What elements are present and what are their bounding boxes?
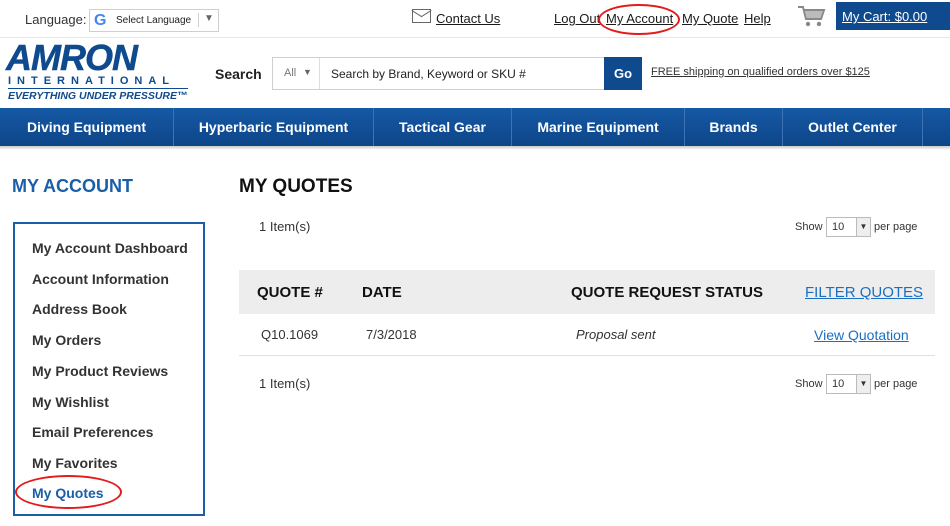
column-header-date: DATE [362, 284, 402, 301]
search-go-button[interactable]: Go [604, 57, 642, 90]
language-select[interactable]: G Select Language ▼ [89, 9, 219, 32]
show-label: Show [795, 378, 823, 390]
per-page-value: 10 [832, 378, 845, 390]
search-category-select[interactable]: All ▼ [273, 58, 320, 89]
google-icon: G [94, 12, 107, 29]
column-header-status: QUOTE REQUEST STATUS [571, 284, 763, 301]
per-page-value: 10 [832, 221, 845, 233]
page-title: MY QUOTES [239, 176, 353, 197]
sidebar-item-account-information[interactable]: Account Information [32, 271, 169, 287]
per-page-control-bottom: Show 10 ▼ per page [795, 374, 925, 394]
language-label: Language: [25, 12, 87, 27]
sidebar-item-email-preferences[interactable]: Email Preferences [32, 424, 153, 440]
per-page-label: per page [874, 378, 918, 390]
sidebar-item-dashboard[interactable]: My Account Dashboard [32, 240, 188, 256]
logo-subtitle: INTERNATIONAL [8, 75, 176, 87]
per-page-control-top: Show 10 ▼ per page [795, 217, 925, 237]
search-label: Search [215, 66, 262, 82]
search-input[interactable] [323, 58, 603, 89]
chevron-down-icon: ▼ [204, 13, 214, 24]
item-count-bottom: 1 Item(s) [259, 376, 311, 391]
nav-shadow [0, 146, 950, 150]
nav-item-hyperbaric-equipment[interactable]: Hyperbaric Equipment [174, 108, 374, 146]
per-page-select[interactable]: 10 ▼ [826, 374, 871, 394]
filter-quotes-link[interactable]: FILTER QUOTES [805, 284, 923, 301]
sidebar-item-wishlist[interactable]: My Wishlist [32, 394, 109, 410]
sidebar-item-favorites[interactable]: My Favorites [32, 455, 118, 471]
sidebar-item-my-quotes[interactable]: My Quotes [32, 485, 104, 501]
per-page-select[interactable]: 10 ▼ [826, 217, 871, 237]
nav-item-diving-equipment[interactable]: Diving Equipment [0, 108, 174, 146]
search-category-value: All [284, 67, 297, 79]
quotes-table-header: QUOTE # DATE QUOTE REQUEST STATUS FILTER… [239, 270, 935, 314]
show-label: Show [795, 221, 823, 233]
language-divider [198, 13, 199, 27]
quote-date: 7/3/2018 [366, 327, 417, 342]
quote-number: Q10.1069 [261, 327, 319, 342]
sidebar-title: MY ACCOUNT [12, 176, 133, 196]
my-cart-button[interactable]: My Cart: $0.00 [836, 2, 950, 30]
chevron-down-icon: ▼ [303, 67, 312, 77]
quote-status: Proposal sent [576, 327, 656, 342]
sidebar-item-my-orders[interactable]: My Orders [32, 332, 101, 348]
table-row: Q10.1069 7/3/2018 Proposal sent View Quo… [239, 314, 935, 356]
nav-item-brands[interactable]: Brands [685, 108, 783, 146]
help-link[interactable]: Help [744, 11, 771, 26]
header: AMRON INTERNATIONAL EVERYTHING UNDER PRE… [0, 37, 950, 108]
nav-item-marine-equipment[interactable]: Marine Equipment [512, 108, 685, 146]
top-bar: Language: G Select Language ▼ Contact Us… [0, 0, 950, 38]
my-quote-link[interactable]: My Quote [682, 11, 738, 26]
logo-tagline: EVERYTHING UNDER PRESSURE™ [8, 90, 188, 102]
account-sidebar: My Account Dashboard Account Information… [13, 222, 205, 516]
my-account-link[interactable]: My Account [606, 11, 673, 26]
language-select-value: Select Language [116, 15, 192, 26]
chevron-down-icon: ▼ [856, 375, 870, 393]
sidebar-item-address-book[interactable]: Address Book [32, 301, 127, 317]
nav-filler [923, 108, 950, 146]
cart-icon[interactable] [797, 4, 827, 28]
logo-rule [8, 88, 188, 89]
item-count-top: 1 Item(s) [259, 219, 311, 234]
logo-wordmark: AMRON [6, 37, 138, 79]
per-page-label: per page [874, 221, 918, 233]
chevron-down-icon: ▼ [856, 218, 870, 236]
free-shipping-link[interactable]: FREE shipping on qualified orders over $… [651, 66, 870, 78]
mail-icon[interactable] [412, 9, 431, 23]
contact-us-link[interactable]: Contact Us [436, 11, 500, 26]
nav-item-tactical-gear[interactable]: Tactical Gear [374, 108, 512, 146]
nav-item-outlet-center[interactable]: Outlet Center [783, 108, 923, 146]
logout-link[interactable]: Log Out [554, 11, 600, 26]
view-quotation-link[interactable]: View Quotation [814, 327, 909, 343]
amron-logo[interactable]: AMRON INTERNATIONAL EVERYTHING UNDER PRE… [4, 37, 190, 102]
sidebar-item-product-reviews[interactable]: My Product Reviews [32, 363, 168, 379]
search-bar: All ▼ Go [272, 57, 642, 90]
column-header-quote: QUOTE # [257, 284, 323, 301]
main-nav: Diving Equipment Hyperbaric Equipment Ta… [0, 108, 950, 146]
